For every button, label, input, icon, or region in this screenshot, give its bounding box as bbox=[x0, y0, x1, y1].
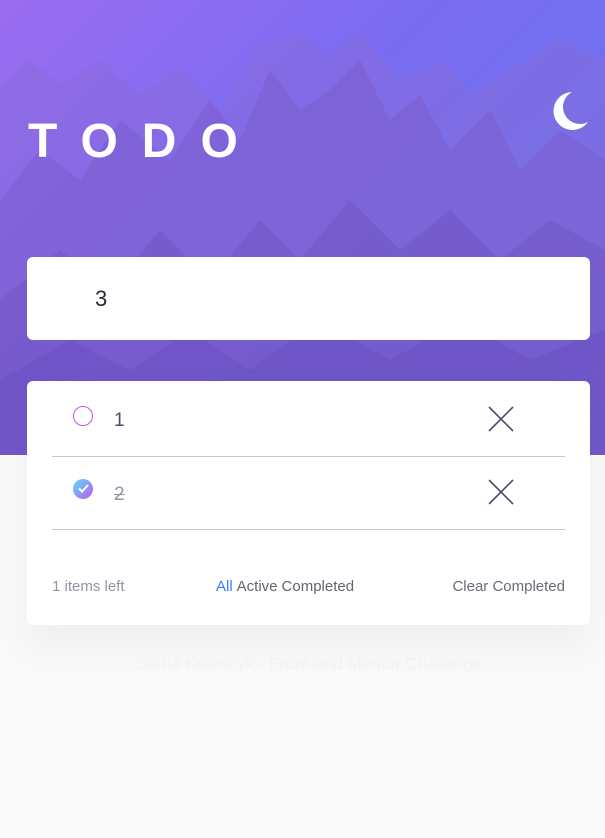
app-title: TODO bbox=[28, 115, 262, 168]
new-todo-field[interactable] bbox=[27, 257, 590, 340]
filter-completed[interactable]: Completed bbox=[282, 578, 355, 595]
filter-active[interactable]: Active bbox=[237, 578, 278, 595]
todo-text: 1 bbox=[114, 410, 125, 431]
new-todo-input[interactable] bbox=[95, 279, 565, 319]
filter-all[interactable]: All bbox=[216, 578, 233, 595]
todo-list-card: 1 2 1 items left All Active Completed Clea… bbox=[27, 381, 590, 625]
clear-completed-button[interactable]: Clear Completed bbox=[452, 578, 565, 595]
check-icon bbox=[78, 484, 89, 493]
moon-icon bbox=[553, 92, 588, 130]
attribution-text: Diana Kolesnyk - Front-end Mentor Challe… bbox=[136, 654, 482, 673]
delete-todo-button[interactable] bbox=[488, 479, 514, 505]
todo-checkbox-unchecked[interactable] bbox=[73, 406, 93, 426]
theme-toggle-button[interactable] bbox=[550, 90, 590, 132]
close-icon bbox=[488, 406, 514, 432]
delete-todo-button[interactable] bbox=[488, 406, 514, 432]
close-icon bbox=[488, 479, 514, 505]
todo-checkbox-checked[interactable] bbox=[73, 479, 93, 499]
filter-group: All Active Completed bbox=[216, 578, 358, 595]
todo-footer: 1 items left All Active Completed Clear Co… bbox=[52, 577, 565, 597]
items-left-count: 1 items left bbox=[52, 578, 125, 595]
todo-text: 2 bbox=[114, 484, 125, 505]
